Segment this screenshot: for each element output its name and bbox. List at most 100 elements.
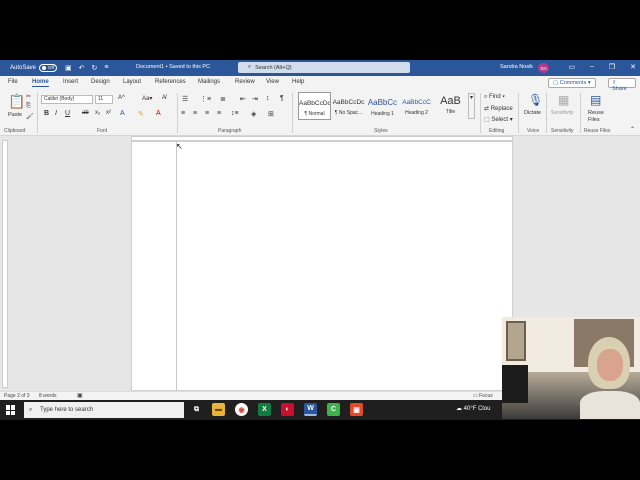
decrease-indent-icon[interactable]: ⇤ (240, 95, 246, 103)
comments-label: Comments (559, 80, 587, 86)
autosave-control[interactable]: AutoSave Off (10, 64, 58, 72)
focus-button[interactable]: ▭ Focus (473, 393, 493, 399)
ribbon: 📋 Paste ✂ ⎘ 🖌 Clipboard Calibri (Body) 1… (0, 90, 640, 136)
font-name-dropdown[interactable]: Calibri (Body) (41, 95, 93, 104)
windows-start-icon[interactable] (6, 405, 16, 415)
line-spacing-icon[interactable]: ↕≡ (231, 110, 239, 117)
justify-icon[interactable]: ≡ (217, 110, 221, 117)
cut-icon[interactable]: ✂ (26, 93, 31, 100)
change-case-icon[interactable]: Aa▾ (142, 95, 152, 102)
underline-icon[interactable]: U (65, 110, 70, 117)
share-button[interactable]: ⇧ Share (608, 78, 636, 92)
word-count[interactable]: 8 words (39, 393, 57, 399)
replace-button[interactable]: ⇄ Replace (484, 105, 513, 112)
search-icon: ⌕ (29, 406, 33, 413)
minimize-icon[interactable]: – (590, 63, 594, 71)
paste-icon[interactable]: 📋 (8, 93, 25, 110)
task-view-icon[interactable]: ⧉ (190, 403, 203, 416)
borders-icon[interactable]: ⊞ (268, 110, 274, 118)
sort-icon[interactable]: ↕ (266, 95, 270, 102)
align-center-icon[interactable]: ≡ (193, 110, 197, 117)
ribbon-tabs: File Home Insert Design Layout Reference… (0, 76, 640, 92)
multilevel-list-icon[interactable]: ≣ (220, 95, 226, 103)
undo-icon[interactable]: ↶ (79, 64, 85, 72)
redo-icon[interactable]: ↻ (92, 64, 98, 72)
grow-font-icon[interactable]: A^ (118, 95, 125, 101)
style-heading-2[interactable]: AaBbCcC Heading 2 (400, 92, 433, 120)
tab-review[interactable]: Review (235, 79, 255, 85)
tab-mailings[interactable]: Mailings (198, 79, 220, 85)
style-name: Heading 2 (405, 110, 428, 116)
select-label: Select (491, 117, 509, 123)
tab-layout[interactable]: Layout (123, 79, 141, 85)
customize-qat-icon[interactable]: ≡ (104, 64, 108, 72)
save-icon[interactable]: ▣ (65, 64, 72, 72)
strikethrough-icon[interactable]: ab (82, 110, 89, 116)
taskbar-search-box[interactable]: ⌕ Type here to search (24, 402, 184, 418)
numbering-icon[interactable]: ⋮≡ (200, 95, 211, 103)
font-size-dropdown[interactable]: 11 (95, 95, 113, 104)
replace-icon: ⇄ (484, 106, 490, 112)
italic-icon[interactable]: I (55, 110, 57, 117)
style-normal[interactable]: AaBbCcDc ¶ Normal (298, 92, 331, 120)
find-button[interactable]: ⌕ Find ▾ (484, 94, 505, 101)
bullets-icon[interactable]: ☰ (182, 95, 188, 103)
tab-file[interactable]: File (8, 79, 18, 85)
tab-design[interactable]: Design (91, 79, 110, 85)
tab-references[interactable]: References (155, 79, 186, 85)
proofing-icon[interactable]: ▣ (77, 392, 83, 399)
style-heading-1[interactable]: AaBbCc Heading 1 (366, 92, 399, 120)
font-color-icon[interactable]: A (156, 110, 161, 117)
bold-icon[interactable]: B (44, 110, 49, 117)
reuse-files-label[interactable]: Reuse Files (588, 110, 608, 124)
page-count[interactable]: Page 2 of 3 (4, 393, 30, 399)
select-button[interactable]: ⬚ Select ▾ (484, 116, 513, 123)
vertical-ruler[interactable] (2, 140, 8, 388)
weather-widget[interactable]: ☁ 40°F Clou (456, 405, 490, 412)
red-app-icon[interactable]: ◐ (281, 403, 294, 416)
tab-view[interactable]: View (266, 79, 279, 85)
reuse-files-icon[interactable]: ▤ (590, 93, 601, 107)
increase-indent-icon[interactable]: ⇥ (252, 95, 258, 103)
search-box[interactable]: ⌕ Search (Alt+Q) (238, 62, 410, 73)
format-painter-icon[interactable]: 🖌 (26, 113, 34, 120)
dictate-label[interactable]: Dictate (524, 110, 541, 116)
text-effects-icon[interactable]: A (120, 110, 125, 117)
document-title: Document1 • Saved to this PC (136, 64, 211, 70)
close-icon[interactable]: ✕ (630, 63, 636, 71)
sensitivity-icon[interactable]: ▦ (558, 93, 569, 107)
avatar[interactable]: SN (538, 63, 549, 73)
tab-home[interactable]: Home (32, 79, 49, 87)
paste-label[interactable]: Paste (8, 112, 22, 118)
document-page[interactable] (131, 141, 513, 392)
superscript-icon[interactable]: x² (106, 110, 111, 116)
ribbon-display-icon[interactable]: ▭ (568, 63, 575, 71)
styles-more-icon[interactable]: ▾ (468, 93, 475, 119)
style-title[interactable]: AaB Title (434, 92, 467, 120)
style-no-spacing[interactable]: AaBbCcDc ¶ No Spac... (332, 92, 365, 120)
clear-format-icon[interactable]: A̸ (162, 95, 166, 101)
file-explorer-icon[interactable]: ▬ (212, 403, 225, 416)
tab-help[interactable]: Help (292, 79, 304, 85)
comments-button[interactable]: ▢ Comments ▾ (548, 78, 596, 88)
collapse-ribbon-icon[interactable]: ⌃ (630, 126, 635, 133)
copy-icon[interactable]: ⎘ (26, 103, 31, 110)
highlight-icon[interactable]: ✎ (138, 110, 144, 118)
user-name[interactable]: Sandra Nosik (500, 64, 533, 70)
microphone-icon[interactable]: 🎙 (528, 93, 543, 107)
word-icon[interactable]: W (304, 403, 317, 416)
align-left-icon[interactable]: ≡ (181, 110, 185, 117)
camtasia-recorder-icon[interactable]: ▣ (350, 403, 363, 416)
subscript-icon[interactable]: x₂ (95, 110, 100, 116)
group-label-sensitivity: Sensitivity (551, 128, 574, 134)
sensitivity-button-label[interactable]: Sensitivity (551, 110, 574, 116)
restore-icon[interactable]: ❐ (609, 63, 615, 71)
chrome-icon[interactable]: ◉ (235, 403, 248, 416)
tab-insert[interactable]: Insert (63, 79, 78, 85)
show-marks-icon[interactable]: ¶ (280, 95, 284, 102)
autosave-toggle[interactable]: Off (39, 64, 58, 72)
align-right-icon[interactable]: ≡ (205, 110, 209, 117)
shading-icon[interactable]: ◈ (251, 110, 256, 118)
camtasia-green-icon[interactable]: C (327, 403, 340, 416)
excel-icon[interactable]: X (258, 403, 271, 416)
